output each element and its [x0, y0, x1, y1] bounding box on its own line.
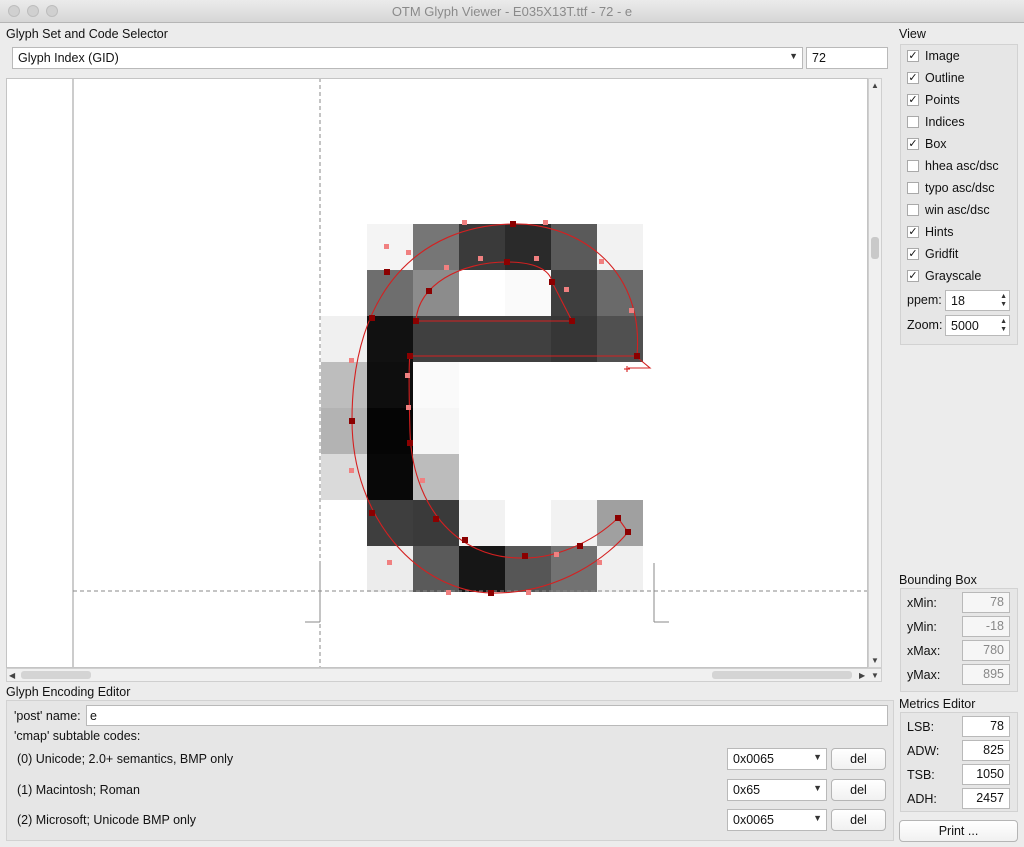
ppem-spinbox[interactable]: 18 ▲ ▼: [945, 290, 1010, 311]
scroll-left-icon[interactable]: ◀: [9, 671, 15, 680]
delete-cmap-button[interactable]: del: [831, 748, 886, 770]
adw-field[interactable]: 825: [962, 740, 1010, 761]
chevron-down-icon: ▼: [813, 783, 822, 793]
cmap-row-label: (1) Macintosh; Roman: [17, 783, 140, 797]
checkmark-icon: ✓: [908, 72, 918, 84]
glyph-index-input[interactable]: 72: [806, 47, 888, 69]
checkmark-icon: ✓: [908, 270, 918, 282]
scroll-down-icon[interactable]: ▼: [871, 671, 879, 680]
zoom-value: 5000: [951, 319, 979, 333]
adw-label: ADW:: [907, 744, 940, 758]
window-title: OTM Glyph Viewer - E035X13T.ttf - 72 - e: [391, 4, 633, 19]
encoding-section-label: Glyph Encoding Editor: [6, 685, 131, 699]
adh-label: ADH:: [907, 792, 937, 806]
checkmark-icon: ✓: [908, 226, 918, 238]
cmap-code-value: 0x0065: [733, 813, 775, 827]
glyph-mode-value: Glyph Index (GID): [18, 51, 119, 65]
bbox-section-label: Bounding Box: [899, 573, 977, 587]
zoom-label: Zoom:: [907, 318, 943, 332]
chevron-down-icon: ▼: [813, 752, 822, 762]
glyph-rendering: [72, 79, 867, 667]
selector-section-label: Glyph Set and Code Selector: [6, 27, 168, 41]
cmap-code-value: 0x0065: [733, 752, 775, 766]
cmap-code-select[interactable]: 0x0065 ▼: [727, 748, 827, 770]
adh-field[interactable]: 2457: [962, 788, 1010, 809]
decrement-icon[interactable]: ▼: [1000, 301, 1007, 309]
increment-icon[interactable]: ▲: [1000, 293, 1007, 301]
cmap-code-select[interactable]: 0x65 ▼: [727, 779, 827, 801]
horizontal-scroll-thumb[interactable]: [712, 671, 852, 679]
checkmark-icon: ✓: [908, 94, 918, 106]
lsb-label: LSB:: [907, 720, 935, 734]
zoom-spinbox[interactable]: 5000 ▲ ▼: [945, 315, 1010, 336]
lsb-field[interactable]: 78: [962, 716, 1010, 737]
metrics-section-label: Metrics Editor: [899, 697, 976, 711]
checkbox[interactable]: [907, 116, 919, 128]
scroll-right-icon[interactable]: ▶: [859, 671, 865, 680]
cmap-subtable-label: 'cmap' subtable codes:: [14, 729, 141, 743]
glyph-index-value: 72: [812, 51, 826, 65]
bbox-xmax-label: xMax:: [907, 644, 941, 658]
checkmark-icon: ✓: [908, 50, 918, 62]
checkbox[interactable]: ✓: [907, 50, 919, 62]
checkbox-label: Outline: [925, 71, 965, 85]
ppem-value: 18: [951, 294, 965, 308]
bbox-xmin-label: xMin:: [907, 596, 937, 610]
tsb-label: TSB:: [907, 768, 935, 782]
vertical-scroll-thumb[interactable]: [871, 237, 879, 259]
chevron-down-icon: ▼: [813, 813, 822, 823]
view-section-label: View: [899, 27, 926, 41]
delete-cmap-button[interactable]: del: [831, 779, 886, 801]
checkbox[interactable]: ✓: [907, 94, 919, 106]
scroll-up-icon[interactable]: ▲: [871, 81, 879, 90]
checkbox-label: Image: [925, 49, 960, 63]
glyph-canvas[interactable]: [6, 78, 868, 668]
checkbox[interactable]: [907, 160, 919, 172]
checkbox[interactable]: ✓: [907, 138, 919, 150]
checkbox-label: Box: [925, 137, 947, 151]
canvas-horizontal-scrollbar[interactable]: ◀ ▶ ▼: [6, 668, 882, 682]
cmap-row-label: (2) Microsoft; Unicode BMP only: [17, 813, 196, 827]
post-name-input[interactable]: e: [86, 705, 888, 726]
canvas-vertical-scrollbar[interactable]: ▲ ▼: [868, 78, 882, 668]
checkmark-icon: ✓: [908, 248, 918, 260]
scroll-down-icon[interactable]: ▼: [871, 656, 879, 665]
checkbox[interactable]: [907, 204, 919, 216]
delete-cmap-button[interactable]: del: [831, 809, 886, 831]
checkbox[interactable]: ✓: [907, 270, 919, 282]
checkbox-label: Gridfit: [925, 247, 959, 261]
bbox-ymax-label: yMax:: [907, 668, 941, 682]
checkbox-label: typo asc/dsc: [925, 181, 995, 195]
checkbox[interactable]: [907, 182, 919, 194]
cmap-code-value: 0x65: [733, 783, 761, 797]
cmap-code-select[interactable]: 0x0065 ▼: [727, 809, 827, 831]
checkbox[interactable]: ✓: [907, 72, 919, 84]
print-button[interactable]: Print ...: [899, 820, 1018, 842]
title-bar: OTM Glyph Viewer - E035X13T.ttf - 72 - e: [0, 0, 1024, 23]
checkbox-label: Indices: [925, 115, 965, 129]
chevron-down-icon: ▼: [789, 51, 798, 61]
horizontal-scroll-thumb-left[interactable]: [21, 671, 91, 679]
bbox-ymin-label: yMin:: [907, 620, 937, 634]
increment-icon[interactable]: ▲: [1000, 318, 1007, 326]
cmap-row-label: (0) Unicode; 2.0+ semantics, BMP only: [17, 752, 234, 766]
checkbox[interactable]: ✓: [907, 226, 919, 238]
checkbox-label: hhea asc/dsc: [925, 159, 999, 173]
bbox-ymin-field: -18: [962, 616, 1010, 637]
checkbox-label: Hints: [925, 225, 954, 239]
checkbox-label: Grayscale: [925, 269, 982, 283]
decrement-icon[interactable]: ▼: [1000, 326, 1007, 334]
checkbox[interactable]: ✓: [907, 248, 919, 260]
checkbox-label: win asc/dsc: [925, 203, 990, 217]
checkmark-icon: ✓: [908, 138, 918, 150]
bbox-xmin-field: 78: [962, 592, 1010, 613]
glyph-mode-select[interactable]: Glyph Index (GID) ▼: [12, 47, 803, 69]
ppem-label: ppem:: [907, 293, 942, 307]
post-name-value: e: [90, 709, 97, 723]
bbox-xmax-field: 780: [962, 640, 1010, 661]
bbox-ymax-field: 895: [962, 664, 1010, 685]
tsb-field[interactable]: 1050: [962, 764, 1010, 785]
checkbox-label: Points: [925, 93, 960, 107]
post-name-label: 'post' name:: [14, 709, 81, 723]
